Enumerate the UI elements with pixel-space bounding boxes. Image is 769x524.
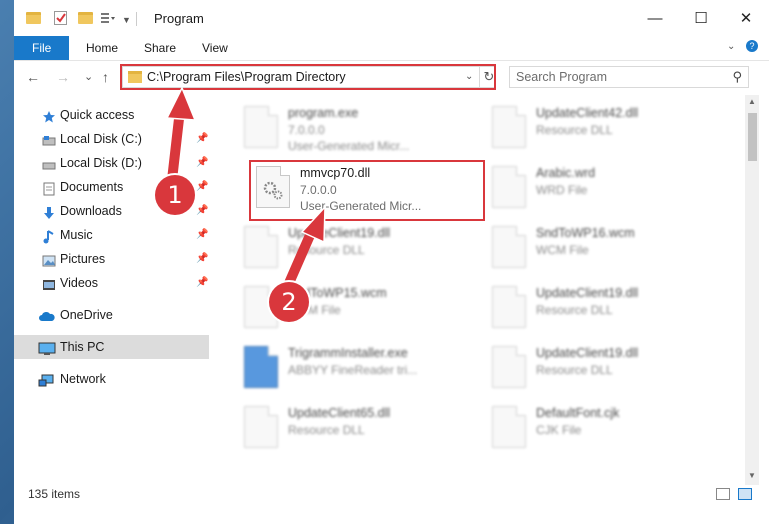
explorer-window: ▼ Program — ☐ ✕ File Home Share View ⌄ ?…	[14, 0, 769, 524]
step-marker-2: 2	[269, 282, 309, 322]
step-marker-1: 1	[155, 175, 195, 215]
arrow-head-1	[165, 86, 197, 121]
arrow-to-address	[167, 105, 185, 185]
annotation-arrows	[165, 86, 326, 295]
